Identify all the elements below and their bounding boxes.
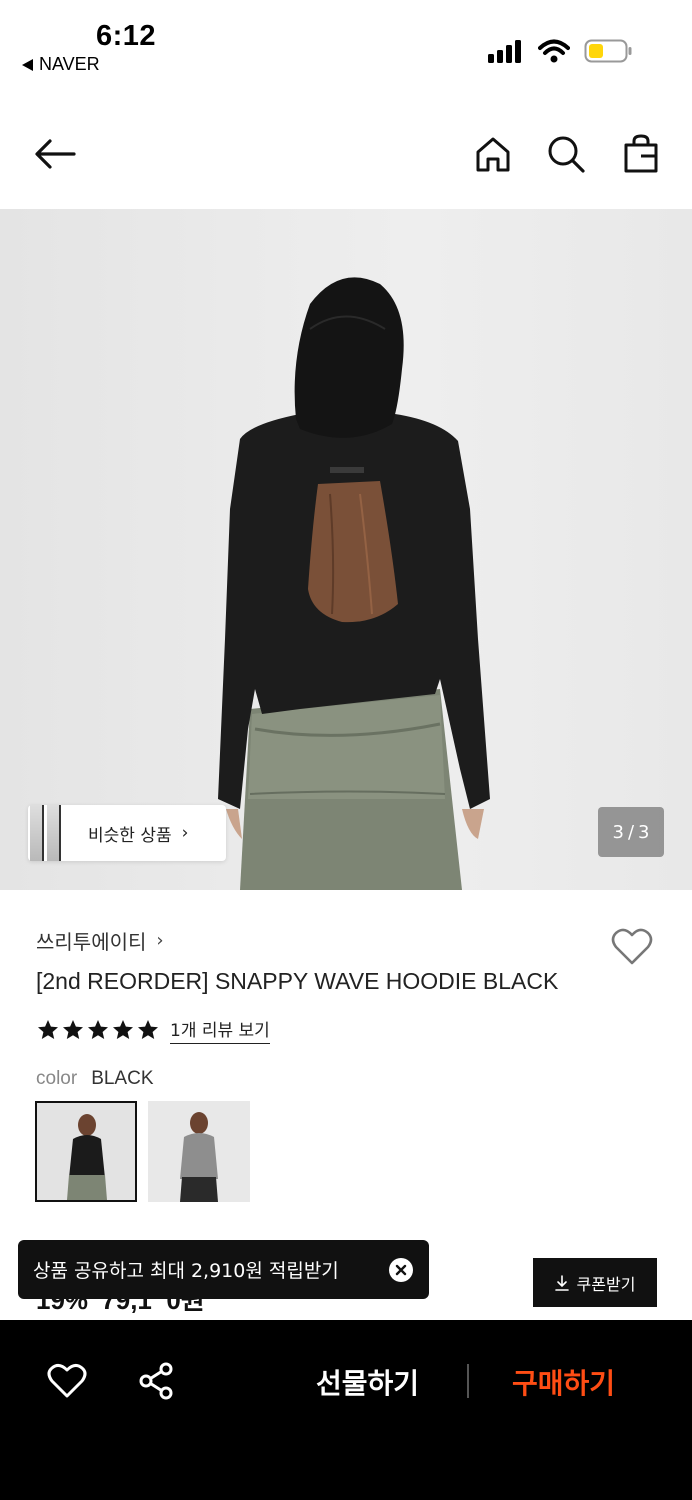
- wifi-icon: [538, 39, 570, 63]
- download-icon: [554, 1274, 569, 1291]
- swatch-photo-black: [37, 1103, 135, 1200]
- top-navigation: [0, 110, 692, 205]
- cellular-signal-icon: [488, 40, 521, 63]
- download-coupon-button[interactable]: 쿠폰받기: [533, 1258, 657, 1307]
- back-triangle-icon: [22, 58, 33, 71]
- heart-outline-icon: [47, 1363, 87, 1398]
- rating-row: 1개 리뷰 보기: [36, 1016, 270, 1044]
- home-button[interactable]: [469, 130, 517, 178]
- color-swatch-black[interactable]: [35, 1101, 137, 1202]
- shopping-bag-icon: [624, 134, 658, 173]
- toast-close-button[interactable]: [389, 1258, 413, 1282]
- similar-products-label: 비슷한 상품: [88, 825, 172, 846]
- back-button[interactable]: [32, 130, 80, 178]
- page-current: 3: [612, 821, 624, 843]
- chevron-right-icon: ›: [181, 823, 189, 843]
- star-icon: [38, 1020, 58, 1039]
- brand-name: 쓰리투에이티: [36, 930, 147, 954]
- search-button[interactable]: [542, 130, 590, 178]
- share-reward-toast[interactable]: 상품 공유하고 최대 2,910원 적립받기: [18, 1240, 429, 1299]
- similar-thumb: [30, 805, 44, 861]
- brand-link[interactable]: 쓰리투에이티 ›: [36, 926, 164, 955]
- status-indicators: [488, 38, 632, 64]
- product-photo: [218, 277, 490, 890]
- chevron-right-icon: ›: [156, 930, 164, 951]
- bottom-wishlist-button[interactable]: [46, 1360, 88, 1402]
- image-page-indicator: 3 / 3: [598, 807, 664, 857]
- battery-icon: [584, 39, 632, 63]
- review-link[interactable]: 1개 리뷰 보기: [170, 1016, 270, 1044]
- star-rating: [36, 1018, 160, 1042]
- color-label: color: [36, 1068, 78, 1089]
- gift-button[interactable]: 선물하기: [316, 1362, 419, 1402]
- swatch-photo-grey: [148, 1101, 250, 1202]
- star-icon: [138, 1020, 158, 1039]
- star-icon: [113, 1020, 133, 1039]
- color-row: color BLACK: [36, 1068, 154, 1090]
- product-image-carousel[interactable]: 비슷한 상품 › 3 / 3: [0, 209, 692, 890]
- similar-thumbnails: [30, 805, 68, 861]
- bar-divider: [467, 1364, 469, 1398]
- buy-button[interactable]: 구매하기: [512, 1362, 615, 1402]
- star-icon: [88, 1020, 108, 1039]
- wishlist-button[interactable]: [610, 925, 654, 969]
- status-time: 6:12: [96, 20, 157, 52]
- color-value: BLACK: [91, 1068, 154, 1089]
- similar-thumb: [47, 805, 61, 861]
- close-icon: [395, 1264, 407, 1276]
- similar-products-button[interactable]: 비슷한 상품 ›: [28, 805, 226, 861]
- share-button[interactable]: [136, 1360, 178, 1402]
- cart-button[interactable]: [617, 130, 665, 178]
- star-icon: [63, 1020, 83, 1039]
- page-total: 3: [638, 821, 650, 843]
- share-icon: [139, 1362, 173, 1400]
- color-swatch-grey[interactable]: [148, 1101, 250, 1202]
- heart-outline-icon: [611, 928, 653, 965]
- product-title: [2nd REORDER] SNAPPY WAVE HOODIE BLACK: [36, 968, 559, 994]
- back-to-app-link[interactable]: NAVER: [22, 54, 100, 75]
- toast-text: 상품 공유하고 최대 2,910원 적립받기: [33, 1260, 339, 1282]
- home-icon: [476, 137, 510, 172]
- bottom-action-bar: 선물하기 구매하기: [0, 1320, 692, 1500]
- status-bar: 6:12 NAVER: [0, 0, 692, 90]
- back-arrow-icon: [35, 139, 76, 169]
- back-app-label: NAVER: [39, 54, 100, 74]
- search-icon: [548, 136, 585, 173]
- page-separator: /: [627, 821, 635, 843]
- coupon-label: 쿠폰받기: [576, 1274, 636, 1294]
